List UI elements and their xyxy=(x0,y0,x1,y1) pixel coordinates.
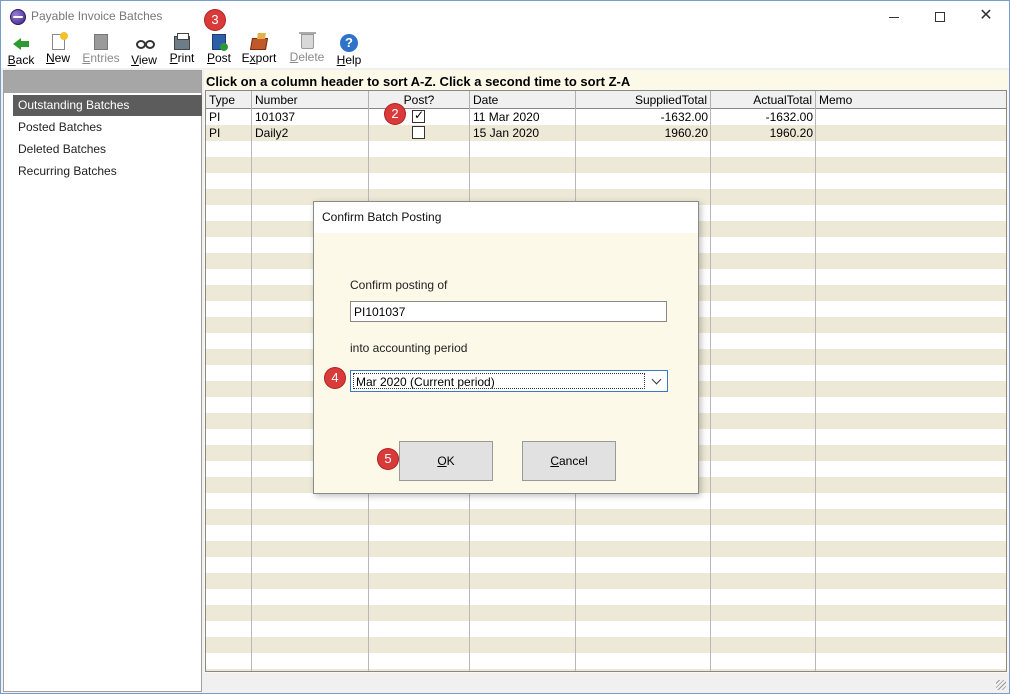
chevron-down-icon[interactable] xyxy=(651,375,663,387)
minimize-button[interactable] xyxy=(871,4,917,28)
export-button[interactable]: Export xyxy=(239,32,279,68)
cell-supplied-total[interactable]: -1632.00 xyxy=(576,109,711,125)
new-button[interactable]: New xyxy=(44,32,72,68)
panel-header xyxy=(4,71,201,93)
column-header-type[interactable]: Type xyxy=(206,91,252,109)
window-title: Payable Invoice Batches xyxy=(31,9,163,23)
sidebar-item-deleted-batches[interactable]: Deleted Batches xyxy=(13,139,202,160)
column-header-date[interactable]: Date xyxy=(470,91,576,109)
column-header-memo[interactable]: Memo xyxy=(816,91,1006,109)
cell-memo[interactable] xyxy=(816,109,1006,125)
cell-number[interactable]: Daily2 xyxy=(252,125,369,141)
column-header-number[interactable]: Number xyxy=(252,91,369,109)
post-checkbox-row-2[interactable] xyxy=(412,126,425,139)
accounting-period-value: Mar 2020 (Current period) xyxy=(353,373,645,389)
post-checkbox-row-1[interactable] xyxy=(412,108,425,123)
resize-grip-icon[interactable] xyxy=(996,680,1006,690)
cell-supplied-total[interactable]: 1960.20 xyxy=(576,125,711,141)
cell-type[interactable]: PI xyxy=(206,109,252,125)
maximize-icon xyxy=(935,12,945,23)
post-icon xyxy=(212,34,228,51)
dialog-title: Confirm Batch Posting xyxy=(314,202,698,233)
accounting-period-label: into accounting period xyxy=(350,341,468,355)
print-button[interactable]: Print xyxy=(167,32,197,68)
step-marker-3: 3 xyxy=(205,10,225,30)
batch-category-panel: Outstanding Batches Posted Batches Delet… xyxy=(3,70,202,692)
table-header: Type Number Post? Date SuppliedTotal Act… xyxy=(206,91,1006,109)
minimize-icon xyxy=(889,16,899,18)
maximize-button[interactable] xyxy=(917,4,963,28)
cell-date[interactable]: 15 Jan 2020 xyxy=(470,125,576,141)
post-button[interactable]: Post xyxy=(205,32,233,68)
accounting-period-select[interactable]: Mar 2020 (Current period) xyxy=(350,370,668,392)
step-marker-5: 5 xyxy=(378,449,398,469)
cell-number[interactable]: 101037 xyxy=(252,109,369,125)
column-header-actual-total[interactable]: ActualTotal xyxy=(711,91,816,109)
glasses-icon xyxy=(135,34,155,52)
title-bar: Payable Invoice Batches ✕ xyxy=(1,1,1009,32)
cancel-button[interactable]: Cancel xyxy=(522,441,616,481)
help-icon: ? xyxy=(340,34,358,52)
printer-icon xyxy=(174,33,190,50)
step-marker-4: 4 xyxy=(325,368,345,388)
column-header-supplied-total[interactable]: SuppliedTotal xyxy=(576,91,711,109)
confirm-posting-label: Confirm posting of xyxy=(350,278,448,292)
confirm-batch-posting-dialog: Confirm Batch Posting Confirm posting of… xyxy=(313,201,699,494)
ok-button[interactable]: OK xyxy=(399,441,493,481)
toolbar: Back New Entries View Print Post Export xyxy=(1,32,1009,68)
status-bar xyxy=(204,673,1009,693)
column-header-post[interactable]: Post? xyxy=(369,91,470,109)
sidebar-item-posted-batches[interactable]: Posted Batches xyxy=(13,117,202,138)
sidebar-item-recurring-batches[interactable]: Recurring Batches xyxy=(13,161,202,182)
cell-type[interactable]: PI xyxy=(206,125,252,141)
close-button[interactable]: ✕ xyxy=(963,4,1009,28)
cell-date[interactable]: 11 Mar 2020 xyxy=(470,109,576,125)
close-icon: ✕ xyxy=(979,7,993,24)
export-icon xyxy=(249,38,269,50)
delete-button[interactable]: Delete xyxy=(287,32,327,68)
cell-memo[interactable] xyxy=(816,125,1006,141)
help-button[interactable]: ? Help xyxy=(335,32,363,68)
step-marker-2: 2 xyxy=(385,104,405,124)
trash-icon xyxy=(298,32,316,49)
back-button[interactable]: Back xyxy=(6,32,36,68)
payable-invoice-batches-window: Payable Invoice Batches ✕ Back New Entri… xyxy=(0,0,1010,694)
sort-hint-text: Click on a column header to sort A-Z. Cl… xyxy=(206,74,631,89)
view-button[interactable]: View xyxy=(129,32,159,68)
cell-actual-total[interactable]: -1632.00 xyxy=(711,109,816,125)
cell-actual-total[interactable]: 1960.20 xyxy=(711,125,816,141)
entries-icon xyxy=(94,34,108,50)
back-arrow-icon xyxy=(12,34,30,52)
sidebar-item-outstanding-batches[interactable]: Outstanding Batches xyxy=(13,95,202,116)
app-logo-icon xyxy=(10,9,26,25)
new-document-icon xyxy=(51,32,68,50)
batch-number-input[interactable] xyxy=(350,301,667,322)
entries-button[interactable]: Entries xyxy=(80,32,122,68)
